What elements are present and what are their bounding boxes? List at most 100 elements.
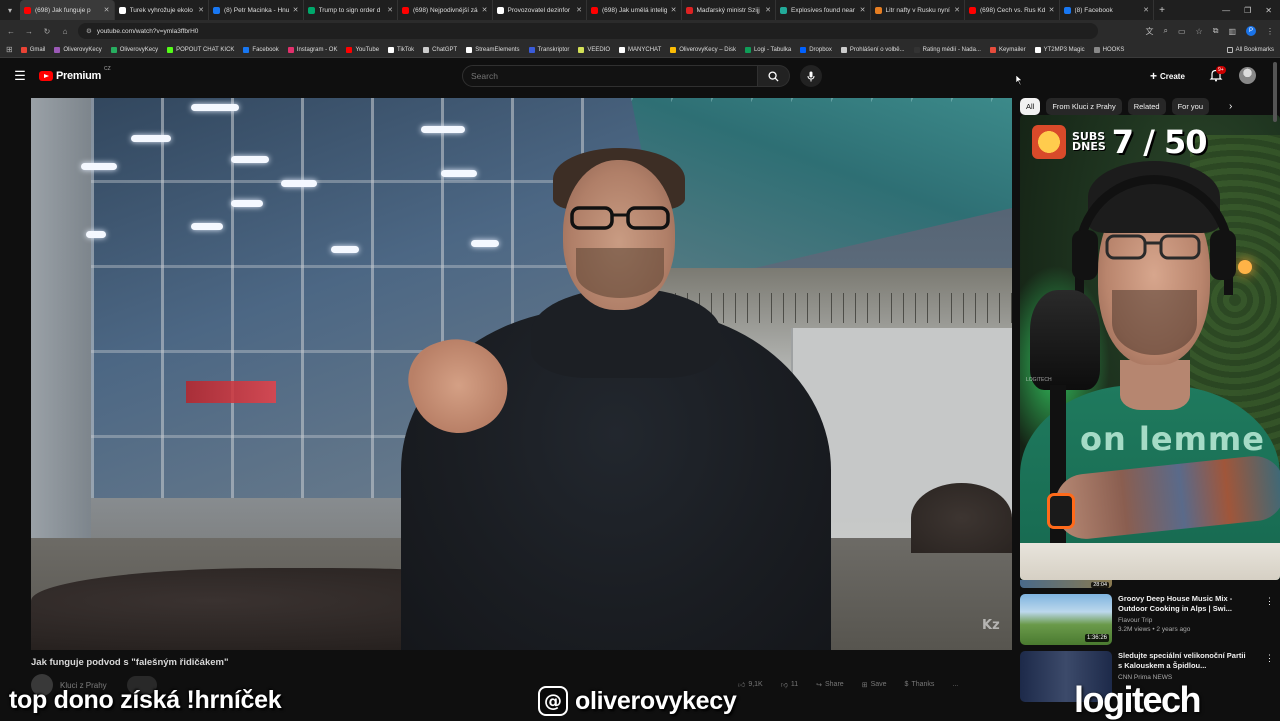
bookmark-item[interactable]: ChatGPT — [423, 46, 457, 53]
cast-icon[interactable]: ▭ — [1178, 27, 1186, 36]
tab-close-icon[interactable]: ✕ — [104, 6, 110, 14]
tab-close-icon[interactable]: ✕ — [387, 6, 393, 14]
bookmark-item[interactable]: Gmail — [20, 46, 45, 53]
tab-close-icon[interactable]: ✕ — [765, 6, 771, 14]
tab-close-icon[interactable]: ✕ — [860, 6, 866, 14]
thanks-icon: $ — [904, 681, 909, 688]
bookmark-item[interactable]: TikTok — [388, 46, 414, 53]
dislike-button[interactable]: 👎︎ 11 — [781, 680, 798, 689]
bookmark-item[interactable]: HOOKS — [1093, 46, 1124, 53]
search-input[interactable] — [462, 65, 758, 87]
chip-from-channel[interactable]: From Kluci z Prahy — [1046, 97, 1122, 115]
more-vert-icon[interactable]: ⋮ — [1265, 653, 1274, 664]
forward-icon[interactable]: → — [24, 27, 34, 36]
browser-tab[interactable]: Litr nafty v Rusku nyní ✕ — [871, 0, 965, 20]
bookmark-item[interactable]: OliverovyKecy – Disk — [670, 46, 736, 53]
bookmark-label: MANYCHAT — [628, 46, 662, 53]
browser-tab[interactable]: Turek vyhrožuje ekolo ✕ — [115, 0, 209, 20]
site-info-icon[interactable]: ⚙ — [86, 27, 92, 35]
recommendation-channel[interactable]: Flavour Trip — [1118, 617, 1246, 624]
recommendation-item[interactable]: 1:36:26 Groovy Deep House Music Mix - Ou… — [1020, 594, 1280, 645]
bookmark-item[interactable]: Dropbox — [800, 46, 832, 53]
tab-close-icon[interactable]: ✕ — [576, 6, 582, 14]
account-avatar[interactable] — [1239, 67, 1256, 84]
browser-tab[interactable]: (698) Jak funguje p ✕ — [20, 0, 115, 20]
bookmark-item[interactable]: Instagram - OK — [287, 46, 337, 53]
bookmark-item[interactable]: Keymailer — [989, 46, 1026, 53]
page-scrollbar[interactable] — [1273, 62, 1277, 122]
address-bar[interactable]: ⚙ youtube.com/watch?v=ymla3ffbrH0 — [78, 23, 1098, 39]
save-button[interactable]: ⊞ Save — [862, 680, 887, 689]
home-icon[interactable]: ⌂ — [60, 27, 70, 36]
extensions-icon[interactable]: ⧉ — [1213, 26, 1219, 36]
chip-all[interactable]: All — [1020, 97, 1041, 115]
browser-menu-icon[interactable]: ⋮ — [1266, 27, 1274, 36]
bookmark-star-icon[interactable]: ☆ — [1196, 27, 1203, 36]
browser-tab[interactable]: Explosives found near ✕ — [776, 0, 871, 20]
recommendation-stats: 3.2M views • 2 years ago — [1118, 625, 1191, 633]
tab-close-icon[interactable]: ✕ — [198, 6, 204, 14]
all-bookmarks-button[interactable]: All Bookmarks — [1226, 46, 1274, 53]
browser-tab[interactable]: (698) Nejpodivnější zá ✕ — [398, 0, 493, 20]
browser-tab[interactable]: (8) Facebook ✕ — [1060, 0, 1154, 20]
tab-search-icon[interactable]: ▾ — [0, 0, 20, 20]
video-frame-store-sign — [186, 381, 276, 403]
guide-menu-icon[interactable]: ☰ — [0, 68, 40, 84]
recommendation-title[interactable]: Sledujte speciální velikonoční Partii s … — [1118, 651, 1246, 671]
tab-close-icon[interactable]: ✕ — [954, 6, 960, 14]
more-vert-icon[interactable]: ⋮ — [1265, 596, 1274, 607]
tab-close-icon[interactable]: ✕ — [1049, 6, 1055, 14]
chevron-right-icon[interactable]: › — [1229, 101, 1232, 112]
tab-close-icon[interactable]: ✕ — [293, 6, 299, 14]
bookmark-item[interactable]: OliverovyKecy — [54, 46, 102, 53]
bookmark-item[interactable]: YouTube — [346, 46, 379, 53]
maximize-icon[interactable]: ❐ — [1244, 6, 1251, 15]
chip-for-you[interactable]: For you — [1171, 97, 1209, 115]
reload-icon[interactable]: ↻ — [42, 27, 52, 36]
bookmark-item[interactable]: POPOUT CHAT KICK — [167, 46, 234, 53]
recommendation-thumbnail-partial[interactable]: 28:04 — [1020, 580, 1112, 588]
bookmark-item[interactable]: VEEDIO — [578, 46, 610, 53]
minimize-icon[interactable]: — — [1222, 6, 1230, 15]
browser-tab[interactable]: Trump to sign order d ✕ — [304, 0, 398, 20]
tab-close-icon[interactable]: ✕ — [482, 6, 488, 14]
like-button[interactable]: 👍︎ 9,1K — [738, 680, 763, 689]
close-window-icon[interactable]: ✕ — [1265, 6, 1272, 15]
apps-icon[interactable]: ⊞ — [6, 45, 13, 54]
chip-related[interactable]: Related — [1127, 97, 1166, 115]
create-button[interactable]: + Create — [1150, 67, 1185, 85]
bookmark-item[interactable]: Prohlášení o volbě... — [840, 46, 905, 53]
tab-close-icon[interactable]: ✕ — [671, 6, 677, 14]
thanks-button[interactable]: $ Thanks — [905, 680, 935, 689]
bookmark-item[interactable]: Logi - Tabulka — [744, 46, 791, 53]
bookmark-favicon-icon — [167, 46, 174, 53]
browser-tab[interactable]: (698) Jak umělá intelig ✕ — [587, 0, 682, 20]
video-player[interactable]: Kz — [31, 98, 1012, 650]
bookmark-item[interactable]: StreamElements — [466, 46, 520, 53]
new-tab-button[interactable]: + — [1154, 5, 1170, 16]
bookmark-item[interactable]: MANYCHAT — [619, 46, 662, 53]
browser-tab[interactable]: Maďarský ministr Szijj ✕ — [682, 0, 776, 20]
tab-close-icon[interactable]: ✕ — [1143, 6, 1149, 14]
sidebar-icon[interactable]: ▥ — [1228, 27, 1236, 36]
bookmark-item[interactable]: Transkriptor — [528, 46, 569, 53]
browser-tab[interactable]: (698) Čech vs. Rus Kd ✕ — [965, 0, 1060, 20]
youtube-logo[interactable]: Premium CZ — [39, 66, 111, 82]
back-icon[interactable]: ← — [6, 27, 16, 36]
bookmark-item[interactable]: Facebook — [243, 46, 279, 53]
search-button[interactable] — [758, 65, 790, 87]
bookmark-item[interactable]: YT2MP3 Magic — [1034, 46, 1085, 53]
voice-search-button[interactable] — [800, 65, 822, 87]
bookmark-item[interactable]: Rating médií - Nada... — [913, 46, 981, 53]
zoom-icon[interactable]: ⌕ — [1164, 26, 1168, 36]
share-button[interactable]: ↪ Share — [816, 680, 844, 689]
translate-icon[interactable]: 文 — [1146, 26, 1154, 37]
browser-tab[interactable]: Provozovatel dezinfor ✕ — [493, 0, 587, 20]
profile-icon[interactable]: P — [1246, 26, 1256, 36]
webcam-shirt-print: on lemme — [1080, 420, 1265, 458]
bookmark-item[interactable]: OliverovyKecy — [110, 46, 158, 53]
browser-tab[interactable]: (8) Petr Macinka - Hnu ✕ — [209, 0, 304, 20]
recommendation-title[interactable]: Groovy Deep House Music Mix - Outdoor Co… — [1118, 594, 1246, 614]
recommendation-thumbnail[interactable]: 1:36:26 — [1020, 594, 1112, 645]
more-actions-button[interactable]: ... — [952, 680, 958, 689]
